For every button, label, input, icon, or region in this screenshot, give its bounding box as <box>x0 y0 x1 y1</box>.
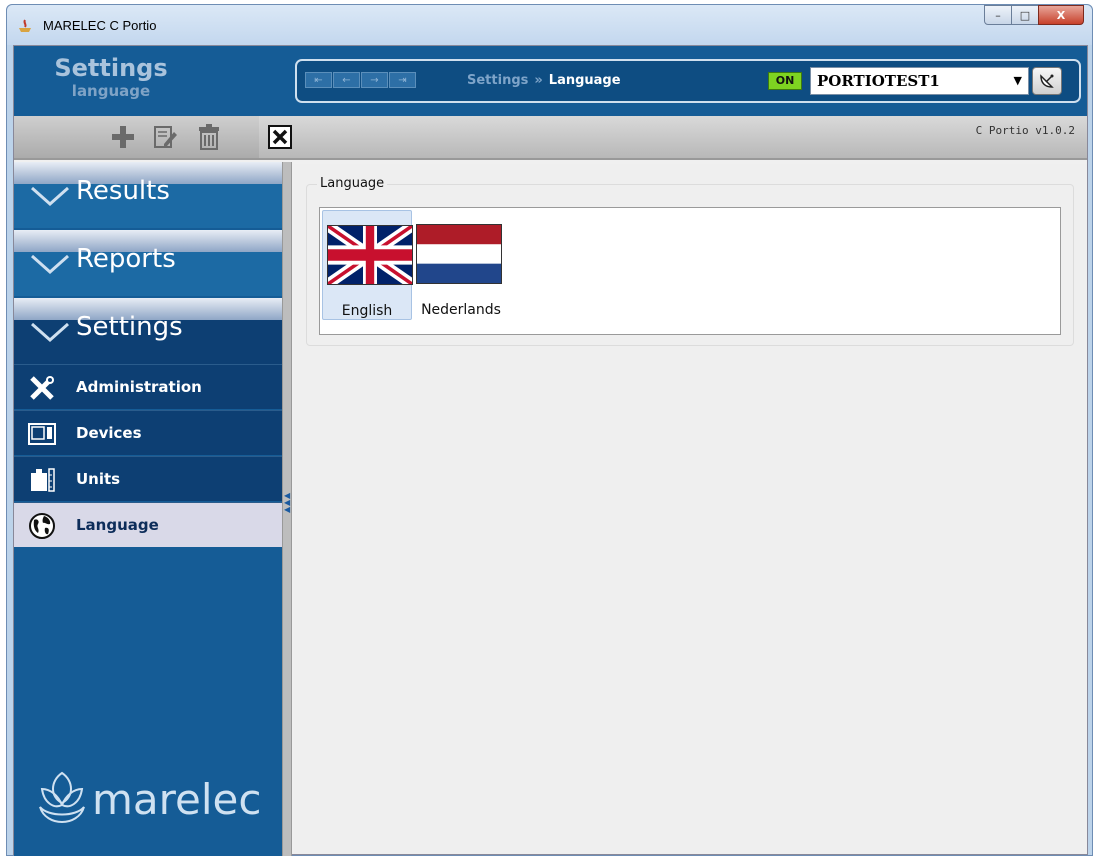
version-label: C Portio v1.0.2 <box>975 124 1075 137</box>
client-area: Settings language ⇤ ← → ⇥ Settings » Langu… <box>13 45 1088 856</box>
app-icon <box>19 19 31 32</box>
back-icon[interactable]: ← <box>333 72 360 88</box>
sidebar-section-reports[interactable]: Reports <box>14 230 282 296</box>
language-group: Language English Nederlands <box>306 176 1074 346</box>
language-option-nederlands[interactable]: Nederlands <box>416 210 506 320</box>
forward-icon[interactable]: → <box>361 72 388 88</box>
breadcrumb: Settings » Language <box>467 73 621 88</box>
logo-text: marelec <box>92 774 262 824</box>
sidebar-item-devices[interactable]: Devices <box>14 410 282 455</box>
maximize-button[interactable]: □ <box>1011 5 1039 25</box>
satellite-dish-icon <box>1040 74 1054 88</box>
title-bar: MARELEC C Portio – □ X <box>7 5 1092 45</box>
last-icon[interactable]: ⇥ <box>389 72 416 88</box>
wrench-screwdriver-icon <box>28 374 56 402</box>
minimize-icon: – <box>995 8 1001 22</box>
sidebar-item-label: Devices <box>76 424 142 442</box>
language-name: Nederlands <box>421 302 501 318</box>
add-icon <box>112 126 134 148</box>
breadcrumb-separator: » <box>534 73 543 88</box>
sidebar-section-settings[interactable]: Settings <box>14 298 282 364</box>
device-select[interactable]: PORTIOTEST1 ▼ <box>810 67 1029 95</box>
sidebar-splitter[interactable]: ◀ ◀ ◀ <box>282 162 292 856</box>
page-subtitle: language <box>71 82 151 100</box>
edit-icon <box>154 126 177 148</box>
sidebar: Results Reports Settings Administration … <box>14 162 282 856</box>
minimize-button[interactable]: – <box>984 5 1012 25</box>
chevron-down-icon <box>31 322 69 342</box>
sidebar-item-label: Units <box>76 470 121 488</box>
edit-button[interactable] <box>148 120 182 154</box>
sidebar-section-results[interactable]: Results <box>14 162 282 228</box>
app-window: MARELEC C Portio – □ X Settings language… <box>6 4 1093 856</box>
navigation-bar: ⇤ ← → ⇥ Settings » Language ON PORTIOTEST1… <box>295 59 1081 103</box>
language-name: English <box>341 303 393 319</box>
breadcrumb-parent[interactable]: Settings <box>467 73 528 88</box>
page-heading: Settings language <box>36 54 186 100</box>
nl-flag-icon <box>416 224 502 284</box>
header: Settings language ⇤ ← → ⇥ Settings » Langu… <box>14 46 1087 116</box>
page-title: Settings <box>54 54 168 82</box>
connect-button[interactable] <box>1032 67 1062 95</box>
marelec-logo: marelec <box>36 767 261 831</box>
chevron-down-icon <box>31 254 69 274</box>
close-view-button[interactable] <box>263 120 297 154</box>
sidebar-section-label: Reports <box>76 244 176 274</box>
leaf-logo-icon <box>39 771 85 823</box>
sidebar-item-administration[interactable]: Administration <box>14 364 282 409</box>
collapse-arrows-icon[interactable]: ◀ ◀ ◀ <box>284 492 290 514</box>
sidebar-item-label: Administration <box>76 378 202 396</box>
first-icon[interactable]: ⇤ <box>305 72 332 88</box>
sidebar-section-label: Results <box>76 176 170 206</box>
language-list: English Nederlands <box>319 207 1061 335</box>
delete-button[interactable] <box>192 120 226 154</box>
language-group-title: Language <box>317 176 388 191</box>
breadcrumb-current: Language <box>548 73 621 88</box>
window-title: MARELEC C Portio <box>43 18 157 33</box>
close-window-button[interactable]: X <box>1038 5 1084 25</box>
sidebar-item-label: Language <box>76 516 159 534</box>
device-select-value: PORTIOTEST1 <box>817 72 940 90</box>
sidebar-section-label: Settings <box>76 312 183 342</box>
nav-arrows: ⇤ ← → ⇥ <box>305 72 417 88</box>
language-option-english[interactable]: English <box>322 210 413 320</box>
uk-flag-icon <box>327 225 413 285</box>
toolbar: C Portio v1.0.2 <box>14 116 1087 160</box>
toolbar-actions <box>14 116 259 158</box>
main-content: Language English Nederlands <box>294 164 1087 854</box>
chevron-down-icon: ▼ <box>1013 74 1022 87</box>
chevron-down-icon <box>31 186 69 206</box>
close-icon <box>268 125 292 149</box>
sidebar-item-language[interactable]: Language <box>14 502 282 547</box>
close-icon: X <box>1056 8 1066 22</box>
sidebar-item-units[interactable]: Units <box>14 456 282 501</box>
status-badge: ON <box>768 72 802 90</box>
globe-icon <box>28 512 56 540</box>
weight-icon <box>28 466 56 494</box>
maximize-icon: □ <box>1019 8 1031 22</box>
delete-icon <box>199 124 219 150</box>
add-button[interactable] <box>106 120 140 154</box>
device-icon <box>28 420 56 448</box>
